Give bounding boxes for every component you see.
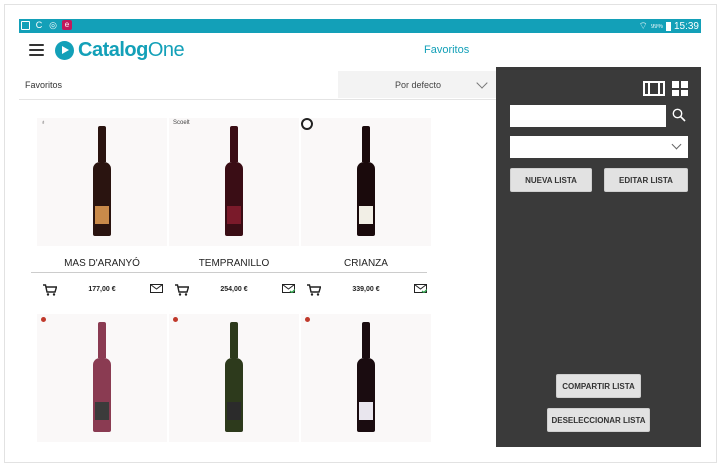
page-title: Favoritos <box>424 44 470 56</box>
target-icon: ◎ <box>49 20 57 30</box>
c-icon: C <box>35 20 43 30</box>
logo[interactable]: CatalogOne <box>55 39 185 62</box>
brand-logo <box>41 317 46 322</box>
product-price: 339,00 € <box>352 286 380 293</box>
brand-logo: ♁ <box>41 120 46 126</box>
product-image[interactable] <box>37 314 167 442</box>
product-image[interactable] <box>301 118 431 246</box>
gallery-icon <box>21 20 30 30</box>
mail-icon[interactable] <box>150 284 163 293</box>
wine-bottle <box>93 126 111 238</box>
edit-list-button[interactable]: EDITAR LISTA <box>604 168 688 192</box>
wine-bottle <box>225 322 243 434</box>
row-divider <box>31 272 427 273</box>
search-input[interactable] <box>510 105 666 127</box>
brand-logo <box>305 317 310 322</box>
product-image[interactable]: ♁ <box>37 118 167 246</box>
product-image[interactable] <box>301 314 431 442</box>
product-price: 177,00 € <box>88 286 116 293</box>
product-name[interactable]: CRIANZA <box>301 258 431 269</box>
play-logo-icon <box>55 41 74 60</box>
mail-icon[interactable] <box>414 284 427 293</box>
list-selector[interactable] <box>510 136 688 158</box>
sort-dropdown[interactable]: Por defecto <box>338 71 496 98</box>
battery-icon <box>665 22 671 31</box>
product-name[interactable]: TEMPRANILLO <box>169 258 299 269</box>
clock: 15:39 <box>673 21 699 32</box>
menu-icon[interactable] <box>29 44 44 56</box>
wifi-icon: ⌔ <box>638 21 648 32</box>
wine-bottle <box>225 126 243 238</box>
wine-bottle <box>357 322 375 434</box>
list-view-icon[interactable] <box>643 81 665 96</box>
select-circle-icon[interactable] <box>301 118 313 130</box>
chevron-down-icon <box>671 139 682 150</box>
product-footer: 177,00 € <box>37 278 167 302</box>
mail-icon[interactable] <box>282 284 295 293</box>
lists-panel: NUEVA LISTA EDITAR LISTA COMPARTIR LISTA… <box>496 67 701 447</box>
product-footer: 339,00 € <box>301 278 431 302</box>
wine-bottle <box>357 126 375 238</box>
product-image[interactable]: Scoelt <box>169 118 299 246</box>
wine-bottle <box>93 322 111 434</box>
status-bar: C ◎ e ⌔ 99% 15:39 <box>19 19 701 33</box>
app-bar: CatalogOne Favoritos <box>19 33 701 67</box>
new-list-button[interactable]: NUEVA LISTA <box>510 168 592 192</box>
product-footer: 254,00 € <box>169 278 299 302</box>
share-list-button[interactable]: COMPARTIR LISTA <box>556 374 641 398</box>
chevron-down-icon <box>476 77 488 89</box>
sort-selected-value: Por defecto <box>395 80 442 90</box>
search-icon[interactable] <box>672 108 686 122</box>
logo-text: CatalogOne <box>78 39 185 61</box>
list-toolbar: Favoritos Por defecto <box>19 70 496 100</box>
battery-percent: 99% <box>650 23 663 30</box>
status-bar-right: ⌔ 99% 15:39 <box>639 20 699 33</box>
mail-app-icon: e <box>62 20 72 30</box>
grid-view-icon[interactable] <box>672 81 688 96</box>
brand-logo <box>173 317 178 322</box>
product-price: 254,00 € <box>220 286 248 293</box>
product-name[interactable]: MAS D'ARANYÓ <box>37 258 167 269</box>
status-bar-left: C ◎ e <box>21 20 72 30</box>
brand-logo: Scoelt <box>173 120 190 126</box>
deselect-list-button[interactable]: DESELECCIONAR LISTA <box>547 408 650 432</box>
product-image[interactable] <box>169 314 299 442</box>
section-label: Favoritos <box>25 80 63 90</box>
